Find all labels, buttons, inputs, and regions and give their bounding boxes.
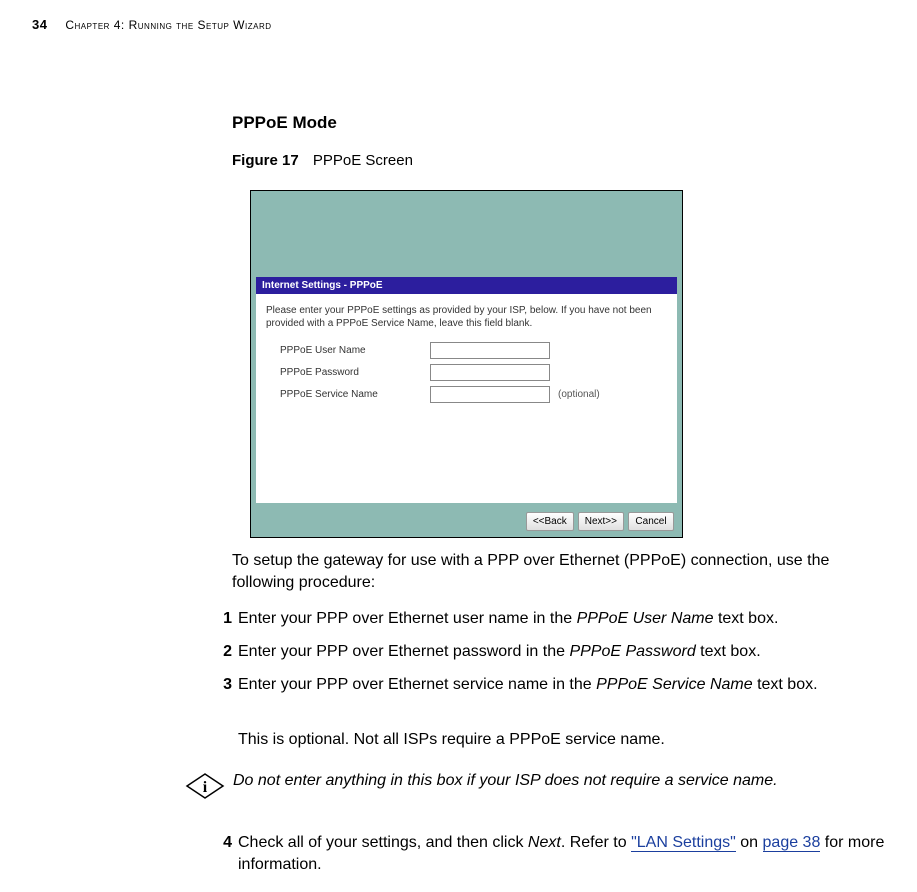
step-number-1: 1 xyxy=(206,608,232,630)
input-service-name[interactable] xyxy=(430,386,550,403)
cancel-button[interactable]: Cancel xyxy=(628,512,674,531)
page-38-link[interactable]: page 38 xyxy=(763,834,821,852)
input-username[interactable] xyxy=(430,342,550,359)
lan-settings-link[interactable]: "LAN Settings" xyxy=(631,834,736,852)
step-4-text: Check all of your settings, and then cli… xyxy=(238,832,886,875)
label-service-name: PPPoE Service Name xyxy=(280,389,430,400)
label-password: PPPoE Password xyxy=(280,367,430,378)
label-username: PPPoE User Name xyxy=(280,345,430,356)
optional-hint: (optional) xyxy=(558,389,600,400)
page-number: 34 xyxy=(32,17,47,32)
pppoe-dialog: Internet Settings - PPPoE Please enter y… xyxy=(256,277,677,503)
page-header: 34 Chapter 4: Running the Setup Wizard xyxy=(32,17,272,32)
dialog-title: Internet Settings - PPPoE xyxy=(256,277,677,294)
step-2-text: Enter your PPP over Ethernet password in… xyxy=(238,641,886,663)
dialog-instruction: Please enter your PPPoE settings as prov… xyxy=(266,304,667,330)
row-password: PPPoE Password xyxy=(266,364,667,381)
figure-caption-text: PPPoE Screen xyxy=(313,152,413,169)
back-button[interactable]: <<Back xyxy=(526,512,574,531)
figure-screenshot: Internet Settings - PPPoE Please enter y… xyxy=(250,190,683,538)
intro-text: To setup the gateway for use with a PPP … xyxy=(232,550,872,593)
step-3-text: Enter your PPP over Ethernet service nam… xyxy=(238,674,886,696)
figure-label: Figure 17 xyxy=(232,152,299,169)
step-number-4: 4 xyxy=(206,832,232,875)
svg-text:i: i xyxy=(203,779,208,796)
next-button[interactable]: Next>> xyxy=(578,512,624,531)
input-password[interactable] xyxy=(430,364,550,381)
step-4: 4 Check all of your settings, and then c… xyxy=(206,832,886,887)
figure-caption: Figure 17 PPPoE Screen xyxy=(232,152,413,169)
step-1: 1 Enter your PPP over Ethernet user name… xyxy=(206,608,886,642)
section-title: PPPoE Mode xyxy=(232,113,337,133)
step-number-2: 2 xyxy=(206,641,232,663)
step-number-3: 3 xyxy=(206,674,232,696)
step-3-note: This is optional. Not all ISPs require a… xyxy=(238,731,878,749)
step-3: 3 Enter your PPP over Ethernet service n… xyxy=(206,674,886,708)
info-note: i Do not enter anything in this box if y… xyxy=(185,770,885,800)
dialog-button-bar: <<Back Next>> Cancel xyxy=(526,512,674,531)
step-1-text: Enter your PPP over Ethernet user name i… xyxy=(238,608,886,630)
info-icon: i xyxy=(185,772,225,800)
info-note-text: Do not enter anything in this box if you… xyxy=(233,770,877,792)
row-username: PPPoE User Name xyxy=(266,342,667,359)
step-2: 2 Enter your PPP over Ethernet password … xyxy=(206,641,886,675)
row-service-name: PPPoE Service Name (optional) xyxy=(266,386,667,403)
dialog-body: Please enter your PPPoE settings as prov… xyxy=(256,294,677,403)
chapter-title: Chapter 4: Running the Setup Wizard xyxy=(65,18,271,32)
